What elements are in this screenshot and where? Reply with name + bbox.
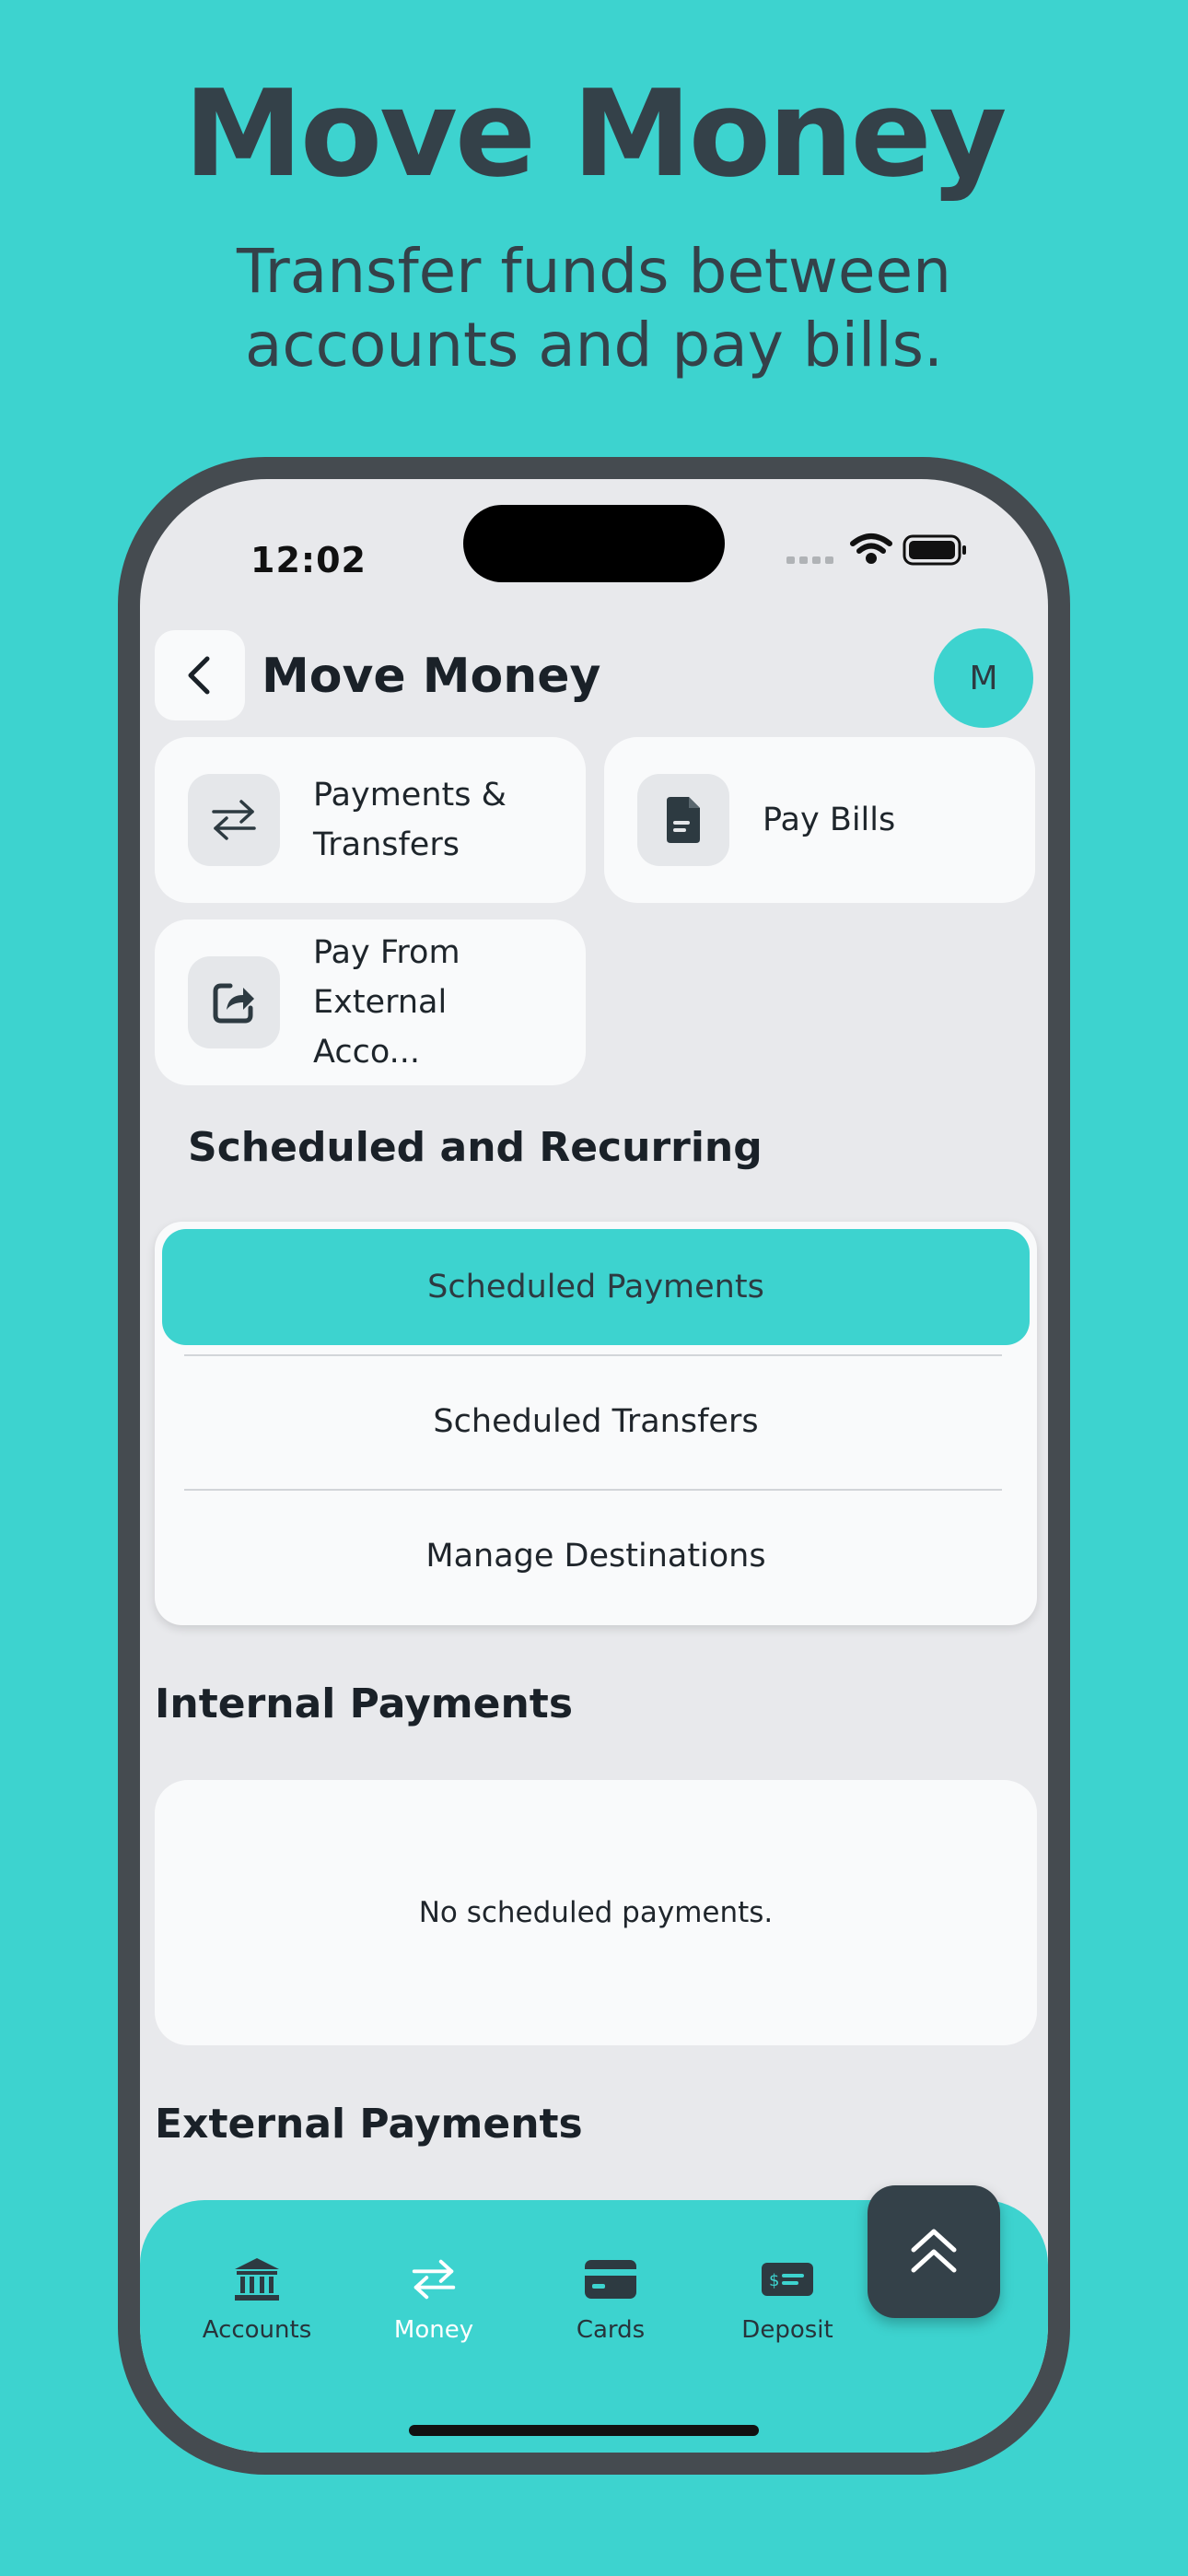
pay-external-tile[interactable]: Pay From External Acco...	[155, 919, 586, 1085]
divider	[184, 1354, 1002, 1356]
nav-item-cards[interactable]: Cards	[532, 2246, 689, 2344]
phone-frame: 12:02 Move Money M Payments & Transfers …	[118, 457, 1070, 2475]
tile-label-line2: Transfers	[313, 826, 460, 863]
share-icon	[213, 983, 254, 1024]
divider	[184, 1489, 1002, 1491]
empty-state-text: No scheduled payments.	[418, 1896, 774, 1929]
home-indicator[interactable]	[409, 2425, 759, 2436]
nav-label: Deposit	[741, 2316, 833, 2344]
nav-item-accounts[interactable]: Accounts	[179, 2246, 335, 2344]
scheduled-button-group: Scheduled Payments Scheduled Transfers M…	[155, 1222, 1037, 1625]
phone-screen: 12:02 Move Money M Payments & Transfers …	[140, 479, 1048, 2453]
tile-label-line1: Pay From	[313, 934, 460, 971]
nav-label: Cards	[576, 2316, 646, 2344]
status-time: 12:02	[250, 540, 367, 580]
payments-transfers-tile[interactable]: Payments & Transfers	[155, 737, 586, 903]
nav-label: Money	[393, 2316, 474, 2344]
document-icon	[667, 797, 700, 843]
dynamic-island	[463, 505, 725, 582]
tile-icon-box	[188, 956, 280, 1048]
tile-label-line1: Pay Bills	[763, 802, 896, 838]
pay-bills-tile[interactable]: Pay Bills	[604, 737, 1035, 903]
promo-subtitle-line1: Transfer funds between	[237, 236, 951, 307]
tile-icon-box	[637, 774, 729, 866]
scheduled-transfers-button[interactable]: Scheduled Transfers	[162, 1364, 1030, 1480]
check-deposit-icon: $	[762, 2263, 813, 2296]
tile-label: Pay From External Acco...	[313, 919, 558, 1085]
transfer-arrows-icon	[212, 800, 256, 840]
svg-text:$: $	[769, 2271, 779, 2290]
nav-item-deposit[interactable]: $ Deposit	[709, 2246, 866, 2344]
nav-item-money[interactable]: Money	[355, 2246, 512, 2344]
bank-icon	[235, 2258, 279, 2301]
tile-label-line1: Payments &	[313, 777, 507, 814]
back-button[interactable]	[155, 630, 245, 720]
promo-subtitle-line2: accounts and pay bills.	[244, 310, 944, 381]
promo-title: Move Money	[183, 64, 1007, 204]
double-chevron-up-icon	[911, 2229, 957, 2273]
avatar[interactable]: M	[934, 628, 1033, 728]
scheduled-section-title: Scheduled and Recurring	[188, 1124, 763, 1171]
chevron-left-icon	[188, 656, 210, 695]
avatar-initial: M	[969, 659, 998, 697]
tile-label-line2: External Acco...	[313, 984, 448, 1071]
card-icon	[585, 2260, 636, 2299]
scroll-to-top-button[interactable]	[868, 2185, 1000, 2318]
battery-icon	[903, 534, 966, 566]
manage-destinations-button[interactable]: Manage Destinations	[162, 1498, 1030, 1614]
tile-icon-box	[188, 774, 280, 866]
nav-label: Accounts	[202, 2316, 312, 2344]
internal-payments-title: Internal Payments	[155, 1680, 574, 1727]
tile-label: Payments & Transfers	[313, 737, 558, 903]
external-payments-title: External Payments	[155, 2101, 583, 2148]
transfer-arrows-icon	[412, 2259, 456, 2300]
promo-subtitle: Transfer funds between accounts and pay …	[0, 235, 1188, 382]
wifi-icon	[850, 533, 892, 564]
status-icons	[786, 533, 966, 566]
scheduled-payments-button[interactable]: Scheduled Payments	[162, 1229, 1030, 1345]
tile-label: Pay Bills	[763, 737, 1007, 903]
internal-payments-card: No scheduled payments.	[155, 1780, 1037, 2045]
page-title: Move Money	[262, 649, 601, 704]
signal-icon	[786, 556, 833, 564]
